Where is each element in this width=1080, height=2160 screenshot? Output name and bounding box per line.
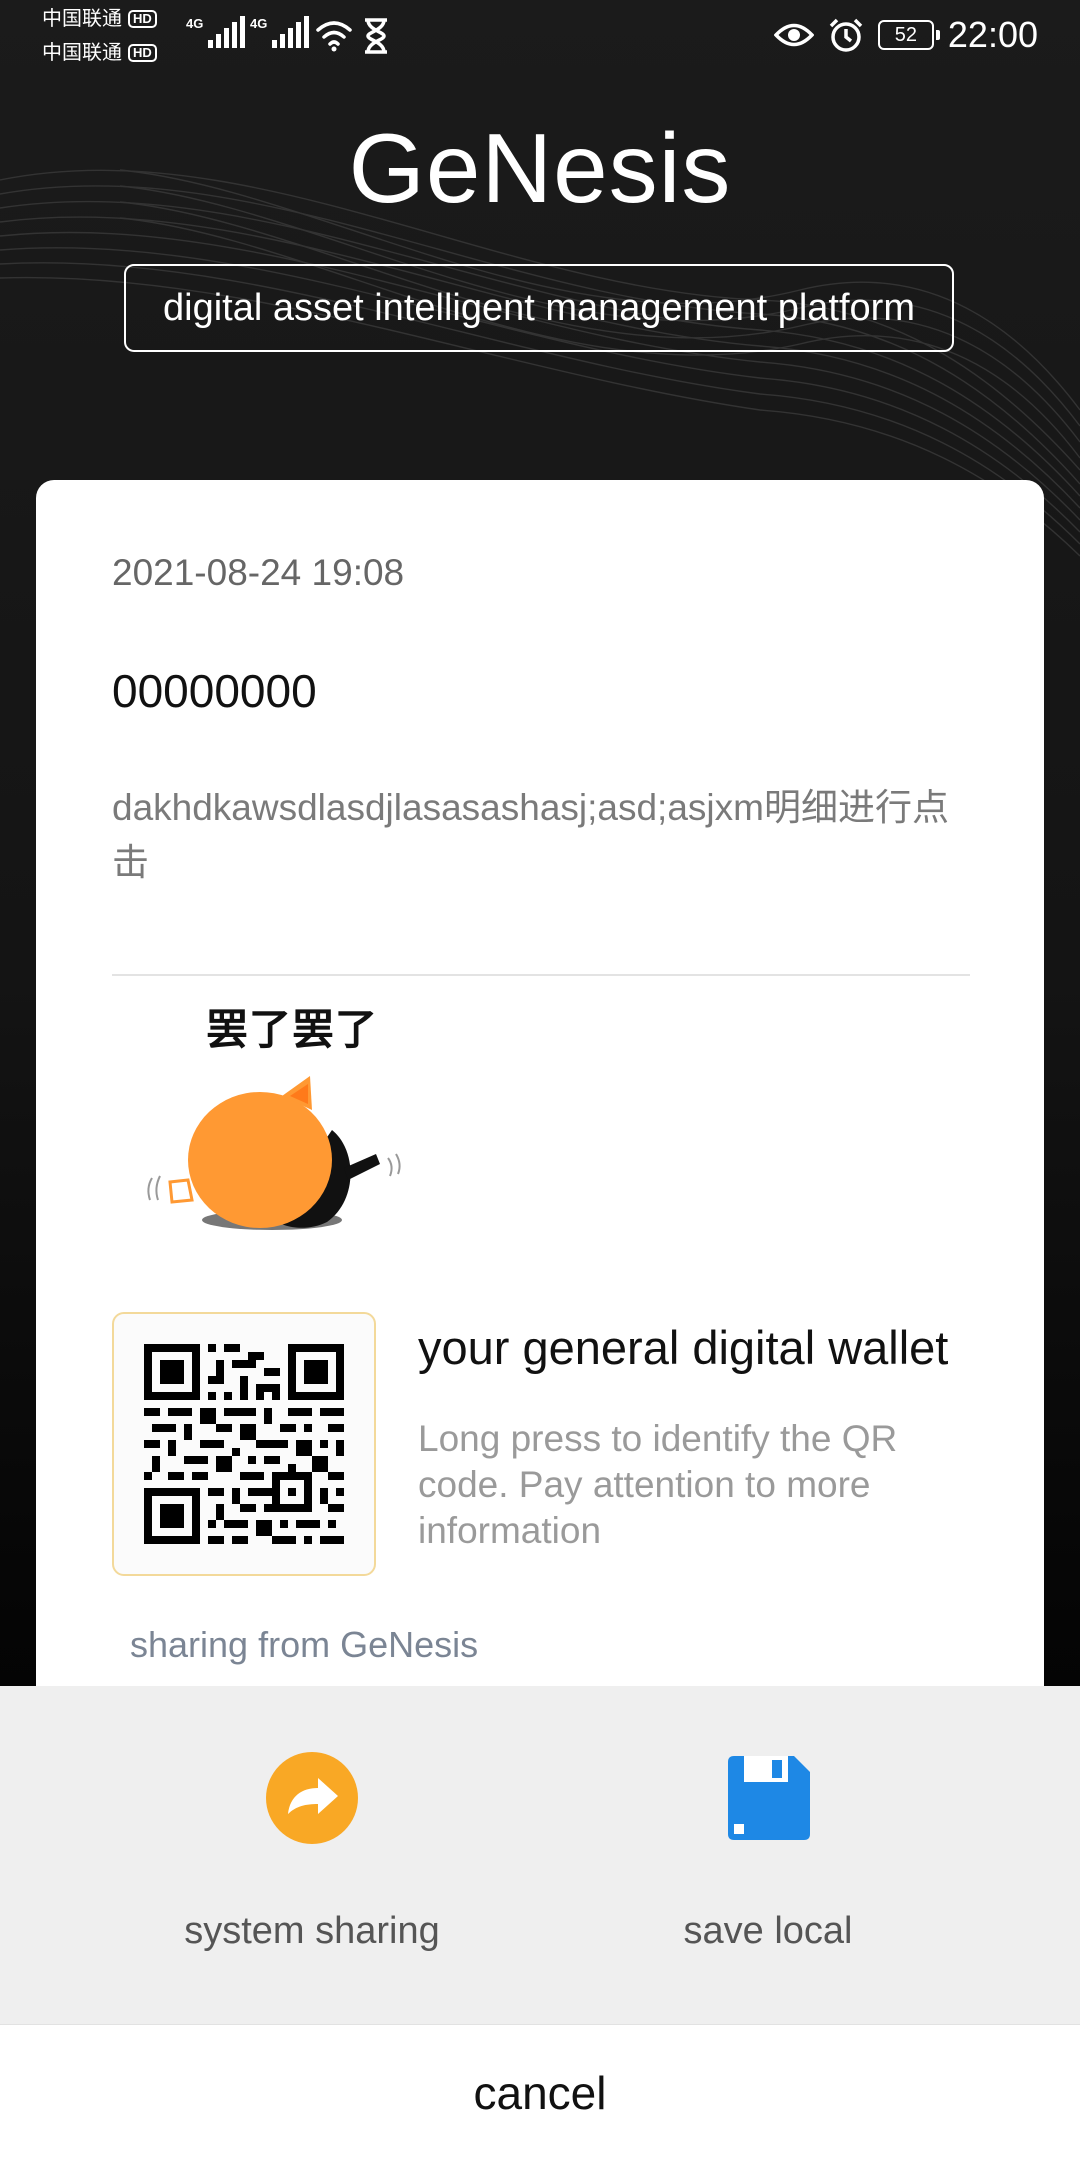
card-description: dakhdkawsdlasdjlasasashasj;asd;asjxm明细进行… [112, 787, 949, 883]
hourglass-icon [365, 18, 387, 54]
app-title: GeNesis [348, 113, 732, 223]
share-sheet: system sharing save local [0, 1686, 1080, 2024]
wifi-icon [316, 21, 352, 52]
carrier-1: 中国联通 HD [42, 8, 157, 30]
wallet-title: your general digital wallet [418, 1321, 949, 1374]
card-code: 00000000 [112, 665, 317, 717]
sticker-text: 罢了罢了 [206, 1006, 379, 1053]
app-subtitle: digital asset intelligent management pla… [124, 264, 954, 352]
battery-indicator: 52 [877, 20, 940, 50]
system-sharing-label: system sharing [184, 1910, 440, 1952]
network-type-2: 4G [250, 16, 268, 31]
cancel-button[interactable]: cancel [0, 2024, 1080, 2160]
share-arrow-icon [266, 1752, 358, 1844]
alarm-icon [829, 18, 863, 52]
status-right: 52 22:00 [773, 14, 1038, 56]
divider [112, 974, 970, 976]
system-sharing-button[interactable]: system sharing [132, 1750, 492, 1953]
carrier-1-name: 中国联通 [42, 8, 122, 30]
hd-badge-2: HD [128, 44, 157, 62]
network-type: 4G [186, 16, 204, 31]
signal-icon-2: 4G [250, 16, 310, 48]
share-poster-screen: 中国联通 HD 中国联通 HD 4G 4G 52 22:00 GeNesis d… [0, 0, 1080, 2160]
qr-code-icon [144, 1344, 344, 1544]
sharing-source: sharing from GeNesis [130, 1624, 479, 1665]
card-date: 2021-08-24 19:08 [112, 552, 405, 593]
signal-icon: 4G [186, 16, 246, 48]
sticker-image: 罢了罢了 [132, 990, 422, 1240]
clock: 22:00 [947, 14, 1038, 55]
save-local-label: save local [683, 1910, 853, 1952]
wallet-description: Long press to identify the QR code. Pay … [418, 1418, 898, 1551]
qr-code[interactable] [112, 1312, 376, 1576]
eye-icon [773, 23, 814, 47]
carrier-2-name: 中国联通 [42, 42, 122, 64]
floppy-disk-icon [728, 1756, 810, 1840]
save-local-button[interactable]: save local [588, 1750, 948, 1953]
carrier-2: 中国联通 HD [42, 42, 157, 64]
orange-cat-icon [147, 1076, 401, 1230]
hd-badge: HD [128, 10, 157, 28]
status-bar: 中国联通 HD 中国联通 HD 4G 4G 52 22:00 [0, 0, 1080, 72]
share-card: 2021-08-24 19:08 00000000 dakhdkawsdlasd… [36, 480, 1044, 1730]
